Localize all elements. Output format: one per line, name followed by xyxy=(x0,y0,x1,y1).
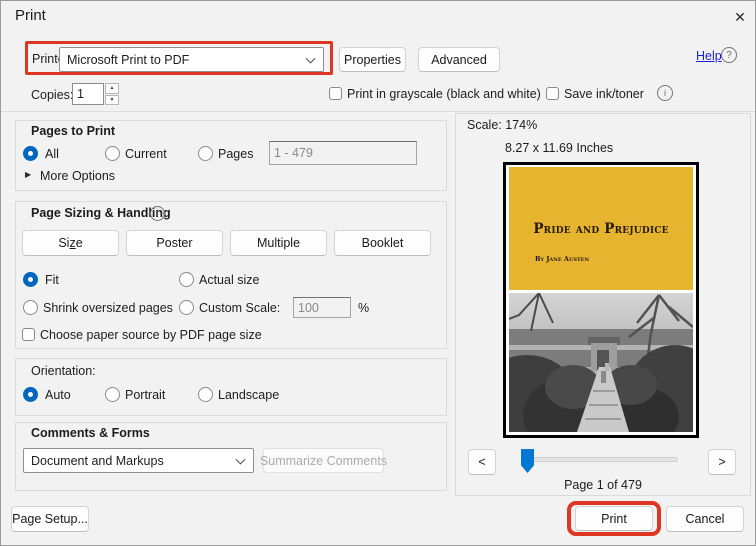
next-page-button[interactable]: > xyxy=(708,449,736,475)
fit-radio[interactable] xyxy=(23,272,38,287)
print-dialog: Print ✕ Printer: Microsoft Print to PDF … xyxy=(0,0,756,546)
page-status: Page 1 of 479 xyxy=(564,478,642,492)
copies-input[interactable]: 1 xyxy=(72,83,104,105)
current-label: Current xyxy=(125,147,167,161)
copies-label: Copies: xyxy=(31,88,74,102)
size-label-post: e xyxy=(75,236,83,250)
pages-label: Pages xyxy=(218,147,254,161)
print-button[interactable]: Print xyxy=(575,506,653,531)
prev-page-button[interactable]: < xyxy=(468,449,496,475)
cancel-button[interactable]: Cancel xyxy=(666,506,744,532)
paper-source-checkbox[interactable] xyxy=(22,328,35,341)
auto-label: Auto xyxy=(45,388,71,402)
stepper-up-icon[interactable]: ▲ xyxy=(105,83,119,94)
dimensions-text: 8.27 x 11.69 Inches xyxy=(505,141,614,155)
grayscale-label: Print in grayscale (black and white) xyxy=(347,87,541,101)
comments-select[interactable]: Document and Markups xyxy=(23,448,254,473)
page-sizing-info-icon[interactable]: i xyxy=(150,206,165,221)
page-range-input[interactable]: 1 - 479 xyxy=(269,141,417,165)
auto-radio[interactable] xyxy=(23,387,38,402)
header-divider xyxy=(1,111,755,112)
all-label: All xyxy=(45,147,59,161)
printer-selected-value: Microsoft Print to PDF xyxy=(67,52,190,67)
paper-source-label: Choose paper source by PDF page size xyxy=(40,328,262,342)
copies-stepper: ▲ ▼ xyxy=(105,83,119,105)
close-icon[interactable]: ✕ xyxy=(730,7,750,27)
pages-radio[interactable] xyxy=(198,146,213,161)
orientation-title: Orientation: xyxy=(31,364,96,378)
help-icon[interactable]: ? xyxy=(721,47,737,63)
advanced-button[interactable]: Advanced xyxy=(418,47,500,72)
pages-to-print-title: Pages to Print xyxy=(31,124,116,138)
shrink-label: Shrink oversized pages xyxy=(43,301,173,315)
actual-size-label: Actual size xyxy=(199,273,260,287)
all-radio[interactable] xyxy=(23,146,38,161)
page-slider-track[interactable] xyxy=(521,457,678,462)
summarize-comments-button[interactable]: Summarize Comments xyxy=(260,448,387,473)
save-ink-checkbox[interactable] xyxy=(546,87,559,100)
more-options-toggle[interactable]: More Options xyxy=(40,169,115,183)
expand-triangle-icon: ▶ xyxy=(25,170,32,179)
grayscale-checkbox[interactable] xyxy=(329,87,342,100)
booklet-button[interactable]: Booklet xyxy=(334,230,431,256)
fit-label: Fit xyxy=(45,273,59,287)
shrink-radio[interactable] xyxy=(23,300,38,315)
multiple-button[interactable]: Multiple xyxy=(230,230,327,256)
percent-label: % xyxy=(358,301,370,315)
comments-title: Comments & Forms xyxy=(31,426,150,440)
poster-button[interactable]: Poster xyxy=(126,230,223,256)
cover-photo xyxy=(509,293,693,432)
info-icon[interactable]: i xyxy=(657,85,673,101)
size-label-pre: Si xyxy=(58,236,70,250)
save-ink-label: Save ink/toner xyxy=(564,87,644,101)
book-author: By Jane Austen xyxy=(535,255,590,263)
chevron-down-icon xyxy=(305,53,316,64)
portrait-radio[interactable] xyxy=(105,387,120,402)
book-title: Pride and Prejudice xyxy=(533,221,669,237)
page-preview: Pride and Prejudice By Jane Austen xyxy=(503,162,699,438)
stepper-down-icon[interactable]: ▼ xyxy=(105,94,119,105)
custom-scale-radio[interactable] xyxy=(179,300,194,315)
landscape-radio[interactable] xyxy=(198,387,213,402)
dialog-title: Print xyxy=(15,7,46,24)
printer-select[interactable]: Microsoft Print to PDF xyxy=(59,47,324,72)
book-cover: Pride and Prejudice By Jane Austen xyxy=(509,167,693,290)
help-link[interactable]: Help xyxy=(696,49,722,63)
chevron-down-icon xyxy=(235,454,246,465)
actual-size-radio[interactable] xyxy=(179,272,194,287)
comments-selected-value: Document and Markups xyxy=(31,453,164,468)
scale-text: Scale: 174% xyxy=(467,118,538,132)
page-setup-button[interactable]: Page Setup... xyxy=(11,506,89,532)
landscape-label: Landscape xyxy=(218,388,280,402)
custom-scale-input[interactable]: 100 xyxy=(293,297,351,318)
custom-scale-label: Custom Scale: xyxy=(199,301,281,315)
current-radio[interactable] xyxy=(105,146,120,161)
size-button[interactable]: Si z e xyxy=(22,230,119,256)
properties-button[interactable]: Properties xyxy=(339,47,406,72)
portrait-label: Portrait xyxy=(125,388,166,402)
